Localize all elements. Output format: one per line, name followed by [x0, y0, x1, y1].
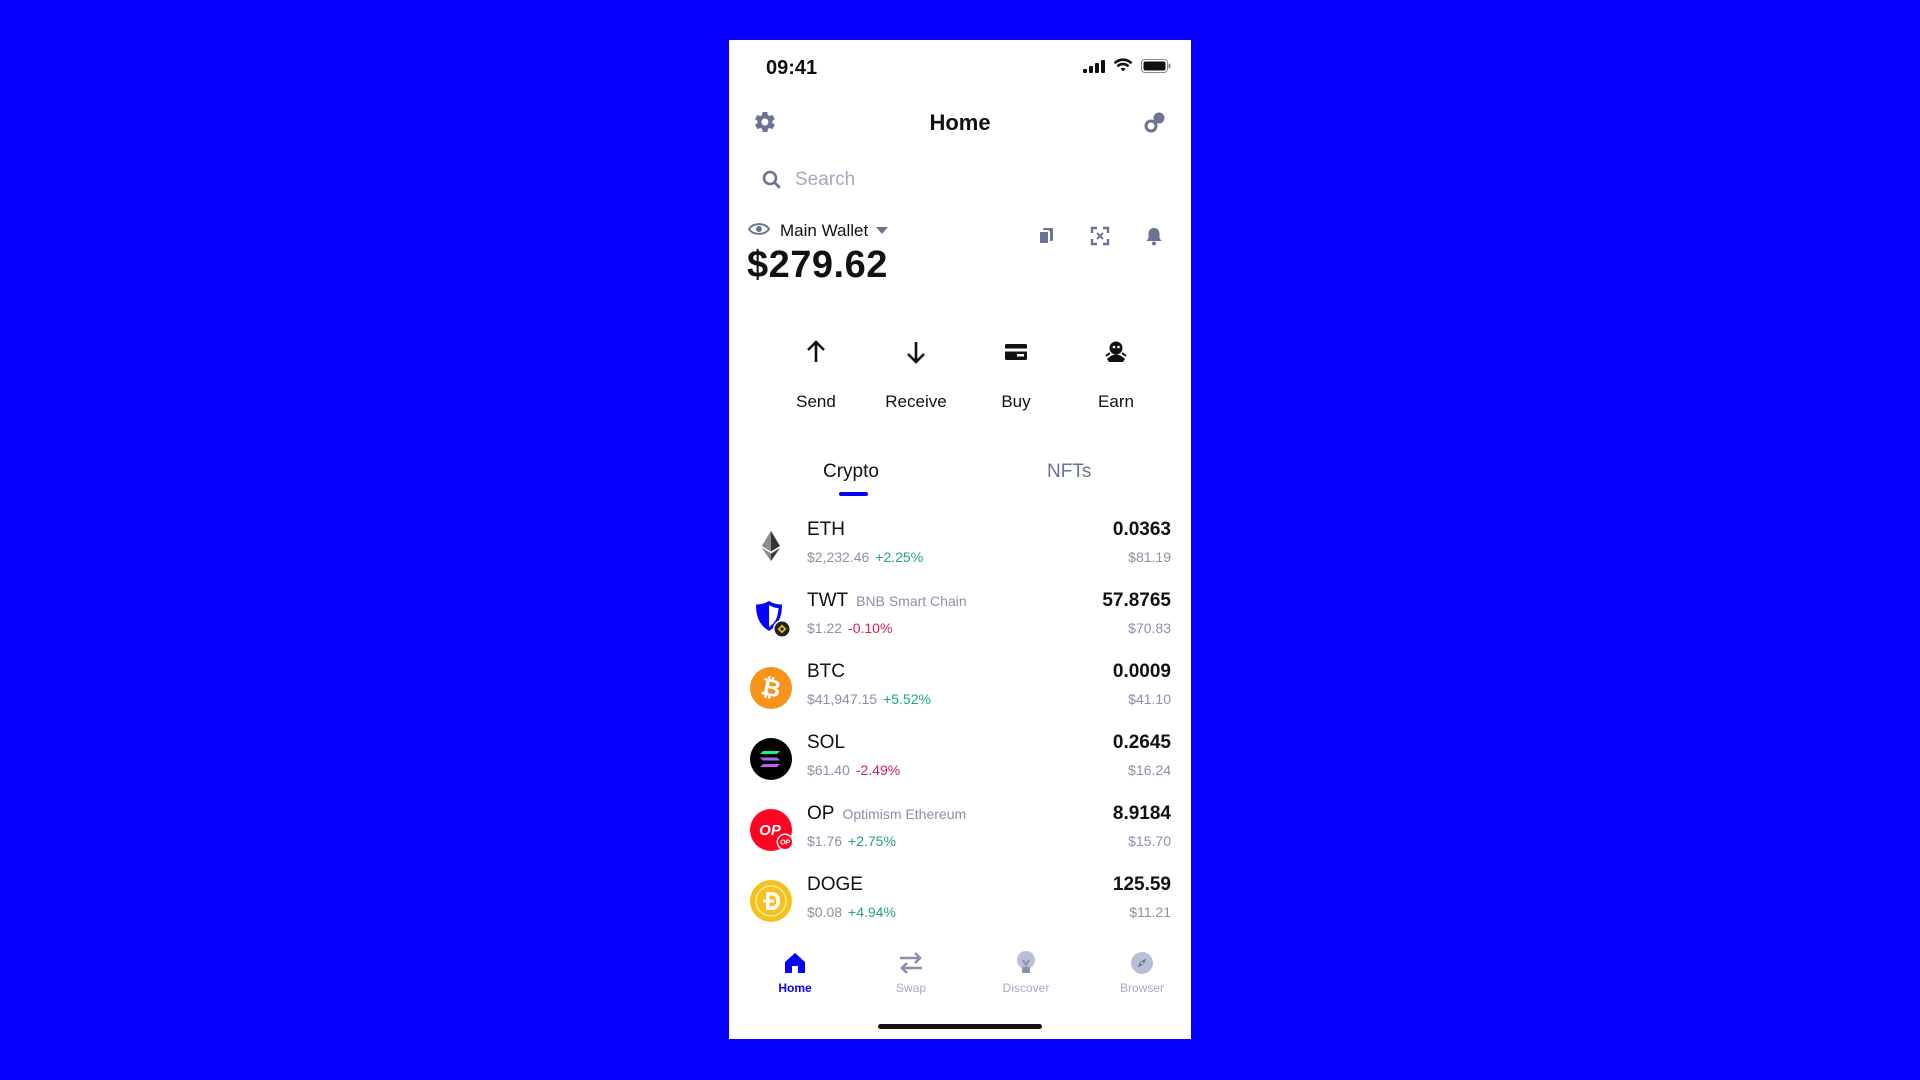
asset-symbol: TWT	[807, 590, 849, 611]
walletconnect-button[interactable]	[1143, 110, 1167, 139]
nav-discover[interactable]: Discover	[981, 948, 1071, 995]
link-icon	[1144, 112, 1165, 133]
signal-icon	[1083, 59, 1105, 73]
asset-change: +2.25%	[875, 549, 924, 565]
scan-icon	[1090, 226, 1110, 246]
search-input[interactable]	[795, 162, 1155, 198]
receive-label: Receive	[885, 392, 947, 411]
send-button[interactable]: Send	[766, 334, 866, 412]
optimism-logo-icon: OP OP	[750, 809, 793, 851]
asset-value: $70.83	[1128, 620, 1171, 636]
asset-change: +2.75%	[848, 833, 896, 849]
dogecoin-logo-icon	[750, 880, 792, 922]
asset-change: +5.52%	[883, 691, 931, 707]
asset-row-twt[interactable]: TWT BNB Smart Chain $1.22 -0.10% 57.8765 $…	[729, 583, 1191, 654]
asset-value: $81.19	[1128, 549, 1171, 565]
phone-screen: 09:41 Home Search Main Wallet $279.62 Se…	[729, 40, 1191, 1039]
asset-symbol: ETH	[807, 519, 845, 540]
gear-icon	[755, 111, 775, 133]
nav-swap[interactable]: Swap	[866, 948, 956, 995]
buy-label: Buy	[1001, 392, 1031, 411]
swap-icon	[900, 952, 922, 974]
asset-price: $1.22	[807, 620, 843, 636]
tab-nfts[interactable]: NFTs	[1047, 461, 1091, 483]
search-icon	[762, 170, 782, 195]
scan-button[interactable]	[1090, 226, 1110, 251]
chevron-down-icon[interactable]	[876, 227, 888, 234]
asset-price: $41,947.15	[807, 691, 878, 707]
earn-label: Earn	[1098, 392, 1134, 411]
asset-symbol: BTC	[807, 661, 845, 682]
asset-row-sol[interactable]: SOL $61.40 -2.49% 0.2645 $16.24	[729, 725, 1191, 796]
asset-row-btc[interactable]: ₿ BTC $41,947.15 +5.52% 0.0009 $41.10	[729, 654, 1191, 725]
notifications-button[interactable]	[1144, 226, 1164, 251]
wallet-selector[interactable]: Main Wallet	[780, 221, 868, 241]
status-time: 09:41	[766, 57, 818, 79]
nav-browser-label: Browser	[1119, 981, 1164, 995]
asset-price: $61.40	[807, 762, 850, 778]
asset-price: $1.76	[807, 833, 843, 849]
copy-icon	[1038, 228, 1053, 245]
asset-value: $16.24	[1128, 762, 1171, 778]
solana-logo-icon	[750, 738, 792, 780]
asset-row-op[interactable]: OP OP OP Optimism Ethereum $1.76 +2.75% 8.…	[729, 796, 1191, 867]
arrow-up-icon	[807, 340, 825, 362]
active-tab-indicator	[839, 492, 868, 496]
wallet-balance: $279.62	[747, 244, 888, 286]
nav-browser[interactable]: Browser	[1097, 948, 1187, 995]
card-icon	[1005, 344, 1027, 360]
asset-amount: 57.8765	[1102, 590, 1171, 611]
bitcoin-logo-icon: ₿	[750, 667, 792, 709]
asset-amount: 125.59	[1112, 874, 1171, 895]
nav-swap-label: Swap	[895, 981, 927, 995]
lightbulb-icon	[1017, 951, 1035, 973]
asset-symbol: DOGE	[807, 874, 863, 895]
asset-amount: 0.0009	[1112, 661, 1171, 682]
home-icon	[785, 953, 805, 973]
asset-amount: 0.2645	[1112, 732, 1171, 753]
asset-price: $2,232.46	[807, 549, 870, 565]
receive-button[interactable]: Receive	[866, 334, 966, 412]
battery-icon	[1141, 58, 1171, 73]
send-label: Send	[796, 392, 836, 411]
toggle-balance-visibility[interactable]	[747, 221, 771, 242]
asset-chain: Optimism Ethereum	[842, 806, 967, 822]
ethereum-logo-icon	[762, 531, 780, 561]
bell-icon	[1146, 228, 1162, 246]
wifi-icon	[1113, 58, 1133, 72]
asset-symbol: SOL	[807, 732, 846, 753]
asset-value: $15.70	[1128, 833, 1171, 849]
home-indicator	[878, 1024, 1042, 1029]
arrow-down-icon	[907, 342, 925, 364]
eye-icon	[747, 223, 771, 235]
asset-chain: BNB Smart Chain	[856, 593, 967, 609]
nav-discover-label: Discover	[1002, 981, 1050, 995]
copy-address-button[interactable]	[1036, 226, 1056, 251]
nav-home[interactable]: Home	[750, 948, 840, 995]
asset-change: -2.49%	[855, 762, 901, 778]
asset-amount: 0.0363	[1112, 519, 1171, 540]
settings-button[interactable]	[753, 110, 777, 139]
compass-icon	[1131, 952, 1153, 974]
op-badge-text: OP	[780, 840, 790, 847]
asset-price: $0.08	[807, 904, 843, 920]
status-icons	[1083, 58, 1171, 73]
page-title: Home	[929, 110, 991, 135]
asset-symbol: OP	[807, 803, 835, 824]
nav-home-label: Home	[778, 981, 812, 995]
asset-amount: 8.9184	[1112, 803, 1171, 824]
asset-value: $11.21	[1129, 904, 1171, 920]
asset-row-doge[interactable]: DOGE $0.08 +4.94% 125.59 $11.21	[729, 867, 1191, 938]
asset-row-eth[interactable]: ETH $2,232.46 +2.25% 0.0363 $81.19	[729, 512, 1191, 583]
asset-change: -0.10%	[848, 620, 893, 636]
asset-value: $41.10	[1128, 691, 1171, 707]
earn-button[interactable]: Earn	[1066, 334, 1166, 412]
piggy-icon	[1105, 341, 1127, 362]
buy-button[interactable]: Buy	[966, 334, 1066, 412]
asset-change: +4.94%	[848, 904, 896, 920]
tab-crypto[interactable]: Crypto	[823, 461, 879, 483]
trust-shield-logo-icon	[756, 601, 791, 638]
op-logo-text: OP	[759, 822, 782, 839]
